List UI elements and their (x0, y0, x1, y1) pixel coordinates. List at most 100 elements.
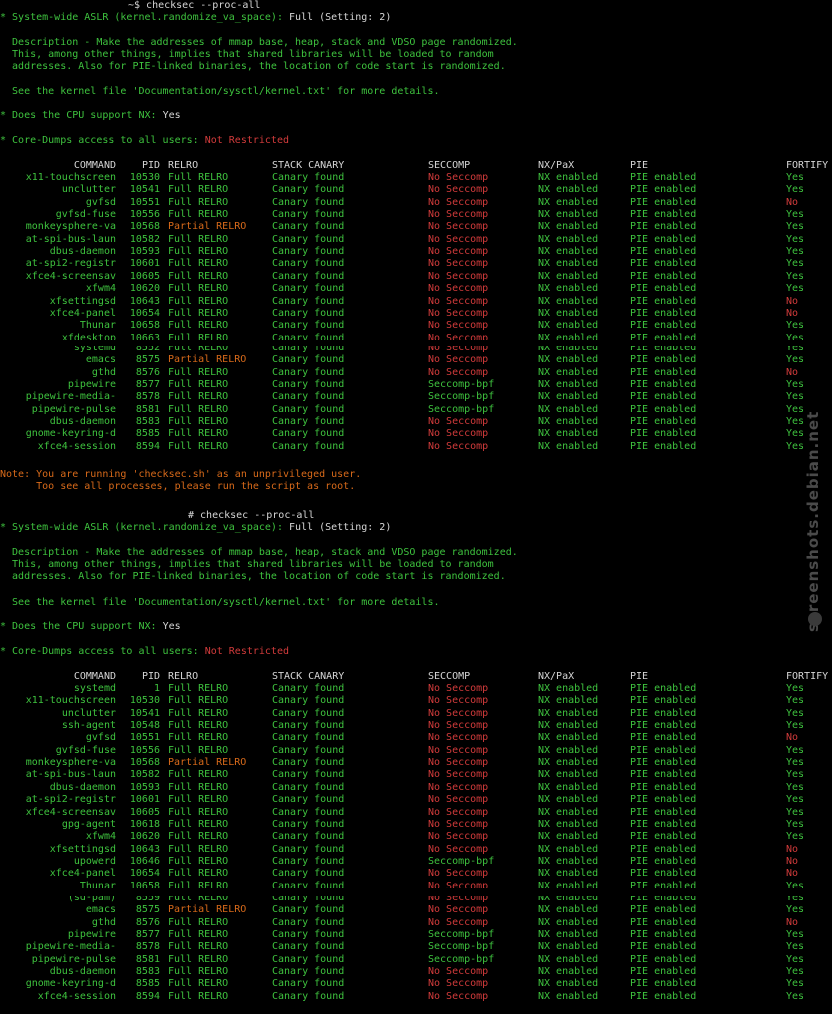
command-cell: xfce4-screensav (25, 270, 116, 282)
stack-canary-cell: Canary found (272, 843, 345, 855)
seccomp-cell: Seccomp-bpf (428, 391, 495, 403)
stack-canary-cell: Canary found (272, 896, 345, 903)
stack-canary-cell: Canary found (272, 769, 345, 781)
seccomp-cell: No Seccomp (428, 295, 489, 307)
relro-cell: Full RELRO (168, 416, 229, 428)
table-row: emacs 8575 Partial RELRO Canary found No Sec… (0, 904, 832, 916)
nx-cell: NX enabled (538, 184, 599, 196)
table-row: dbus-daemon 10593 Full RELRO Canary found No… (0, 782, 832, 794)
command-cell: gvfsd (85, 196, 116, 208)
table-row: xfce4-screensav 10605 Full RELRO Canary fou… (0, 271, 832, 283)
pid-cell: 8581 (135, 953, 160, 965)
header-pie: PIE (630, 671, 649, 682)
seccomp-cell: No Seccomp (428, 868, 489, 880)
pie-cell: PIE enabled (630, 896, 697, 903)
core-dumps-line-1: * Core-Dumps access to all users: Not Re… (0, 135, 289, 147)
command-cell: xfce4-session (37, 440, 116, 452)
pie-cell: PIE enabled (630, 953, 697, 965)
relro-cell: Full RELRO (168, 880, 229, 888)
nx-cell: NX enabled (538, 781, 599, 793)
pid-cell: 8585 (135, 428, 160, 440)
aslr-label: * System-wide ASLR (kernel.randomize_va_… (0, 12, 289, 23)
seccomp-cell: No Seccomp (428, 428, 489, 440)
stack-canary-cell: Canary found (272, 428, 345, 440)
nx-cell: NX enabled (538, 283, 599, 295)
table-row: dbus-daemon 8583 Full RELRO Canary found No … (0, 416, 832, 428)
seccomp-cell: No Seccomp (428, 695, 489, 707)
command-cell: gthd (91, 916, 116, 928)
relro-cell: Full RELRO (168, 707, 229, 719)
stack-canary-cell: Canary found (272, 209, 345, 221)
table-row: gvfsd-fuse 10556 Full RELRO Canary found No … (0, 745, 832, 757)
stack-canary-cell: Canary found (272, 379, 345, 391)
nx-cell: NX enabled (538, 346, 599, 353)
fortify-cell: No (786, 295, 799, 307)
command-cell: at-spi-bus-laun (25, 769, 116, 781)
fortify-cell: No (786, 366, 799, 378)
nx-cell: NX enabled (538, 757, 599, 769)
header-seccomp: SECCOMP (428, 671, 471, 682)
terminal-window[interactable]: ~$ checksec --proc-all * System-wide ASL… (0, 0, 832, 1014)
table-row: gvfsd-fuse 10556 Full RELRO Canary found No … (0, 209, 832, 221)
pie-cell: PIE enabled (630, 695, 697, 707)
command-cell: emacs (85, 904, 116, 916)
stack-canary-cell: Canary found (272, 720, 345, 732)
stack-canary-cell: Canary found (272, 916, 345, 928)
seccomp-cell: No Seccomp (428, 196, 489, 208)
table-row: Thunar 10658 Full RELRO Canary found No Secc… (0, 881, 832, 888)
seccomp-cell: No Seccomp (428, 320, 489, 332)
pie-cell: PIE enabled (630, 732, 697, 744)
table-row: systemd 8552 Full RELRO Canary found No Secc… (0, 346, 832, 354)
seccomp-cell: No Seccomp (428, 209, 489, 221)
stack-canary-cell: Canary found (272, 403, 345, 415)
table-header-2: COMMAND PID RELRO STACK CANARY SECCOMP NX/PaX… (0, 671, 832, 683)
aslr-value: Full (Setting: 2) (288, 12, 392, 23)
table-row: upowerd 10646 Full RELRO Canary found Seccom… (0, 856, 832, 868)
fortify-cell: Yes (786, 283, 805, 295)
nx-cell: NX enabled (538, 990, 599, 1002)
nx-cell: NX enabled (538, 707, 599, 719)
seccomp-cell: No Seccomp (428, 270, 489, 282)
command-cell: xfwm4 (85, 831, 116, 843)
seccomp-cell: No Seccomp (428, 307, 489, 319)
stack-canary-cell: Canary found (272, 246, 345, 258)
command-cell: xfsettingsd (49, 843, 116, 855)
nx-cell: NX enabled (538, 683, 599, 694)
pid-cell: 10654 (129, 307, 160, 319)
command-cell: x11-touchscreen (25, 695, 116, 707)
command-cell: xfwm4 (85, 283, 116, 295)
pid-cell: 8594 (135, 990, 160, 1002)
table-row: pipewire-media- 8578 Full RELRO Canary foun… (0, 941, 832, 953)
relro-cell: Full RELRO (168, 855, 229, 867)
nx-label: * Does the CPU support NX: (0, 621, 163, 632)
pie-cell: PIE enabled (630, 683, 697, 694)
seccomp-cell: No Seccomp (428, 978, 489, 990)
process-table-2a: systemd 1 Full RELRO Canary found No Seccomp… (0, 683, 832, 888)
fortify-cell: Yes (786, 346, 805, 353)
table-row: at-spi-bus-laun 10582 Full RELRO Canary fou… (0, 769, 832, 781)
fortify-cell: Yes (786, 831, 805, 843)
nx-cell: NX enabled (538, 270, 599, 282)
pie-cell: PIE enabled (630, 366, 697, 378)
nx-cell: NX enabled (538, 366, 599, 378)
nx-cell: NX enabled (538, 855, 599, 867)
seccomp-cell: Seccomp-bpf (428, 855, 495, 867)
table-row: gnome-keyring-d 8585 Full RELRO Canary foun… (0, 978, 832, 990)
command-cell: upowerd (73, 855, 116, 867)
nx-cell: NX enabled (538, 880, 599, 888)
pie-cell: PIE enabled (630, 295, 697, 307)
pie-cell: PIE enabled (630, 184, 697, 196)
pid-cell: 8583 (135, 966, 160, 978)
command-cell: xfdesktop (61, 332, 116, 340)
nx-cell: NX enabled (538, 295, 599, 307)
stack-canary-cell: Canary found (272, 818, 345, 830)
nx-cell: NX enabled (538, 904, 599, 916)
nx-cell: NX enabled (538, 744, 599, 756)
pie-cell: PIE enabled (630, 209, 697, 221)
pid-cell: 8575 (135, 354, 160, 366)
pid-cell: 1 (153, 683, 160, 694)
command-cell: pipewire-pulse (31, 403, 116, 415)
table-row: pipewire-pulse 8581 Full RELRO Canary found… (0, 954, 832, 966)
fortify-cell: Yes (786, 403, 805, 415)
pie-cell: PIE enabled (630, 320, 697, 332)
